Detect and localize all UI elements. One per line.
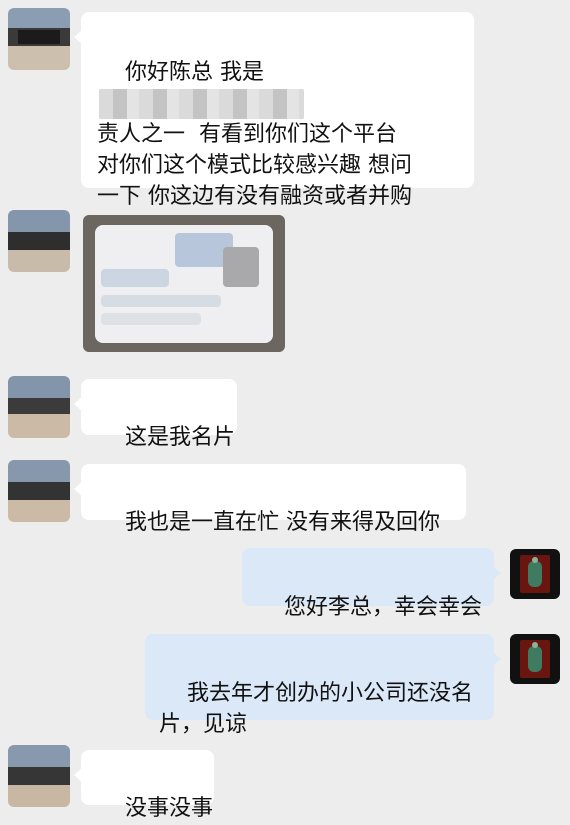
- blurred-text: [101, 313, 201, 325]
- message-text: 我也是一直在忙 没有来得及回你: [124, 510, 440, 535]
- contact-avatar[interactable]: [8, 460, 70, 522]
- contact-avatar[interactable]: [8, 745, 70, 807]
- message-text: 我去年才创办的小公司还没名 片，见谅: [159, 681, 473, 737]
- self-avatar[interactable]: [510, 634, 560, 684]
- blurred-qr: [223, 247, 259, 287]
- contact-avatar[interactable]: [8, 376, 70, 438]
- message-bubble-outgoing[interactable]: 您好李总，幸会幸会: [242, 548, 501, 620]
- message-bubble-outgoing[interactable]: 我去年才创办的小公司还没名 片，见谅: [145, 634, 501, 737]
- business-card-image[interactable]: [83, 215, 285, 352]
- message-bubble-incoming[interactable]: 我也是一直在忙 没有来得及回你: [74, 464, 466, 535]
- redacted-text-block: [99, 89, 304, 119]
- message-bubble-incoming[interactable]: 这是我名片: [74, 379, 237, 450]
- blurred-text: [101, 295, 221, 307]
- contact-avatar[interactable]: [8, 8, 70, 70]
- contact-avatar[interactable]: [8, 210, 70, 272]
- message-text: 您好李总，幸会幸会: [283, 595, 482, 620]
- message-bubble-incoming[interactable]: 没事没事: [74, 750, 214, 821]
- blurred-text: [101, 269, 169, 287]
- message-bubble-incoming[interactable]: 你好陈总 我是 责人之一 有看到你们这个平台 对你们这个模式比较感兴趣 想问 一…: [74, 12, 474, 240]
- self-avatar[interactable]: [510, 549, 560, 599]
- message-text: 没事没事: [124, 796, 213, 821]
- message-text: 你好陈总 我是: [124, 60, 264, 85]
- message-text: 这是我名片: [124, 425, 235, 450]
- chat-conversation: 你好陈总 我是 责人之一 有看到你们这个平台 对你们这个模式比较感兴趣 想问 一…: [0, 0, 570, 825]
